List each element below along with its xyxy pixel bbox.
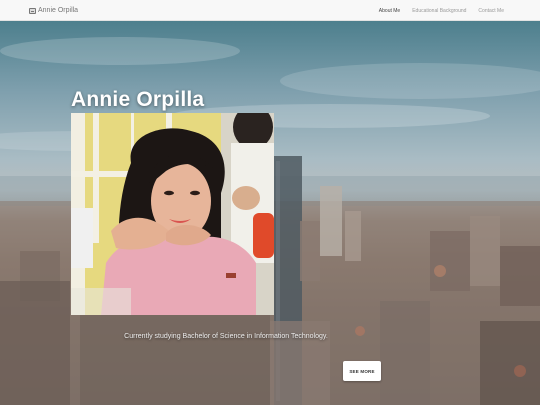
brand-label: Annie Orpilla [38,7,79,14]
navbar: Annie Orpilla About Me Educational Backg… [0,0,540,21]
nav-link-educational-background[interactable]: Educational Background [412,8,466,14]
hero-section: Annie Orpilla Currently studying Bachelo… [0,21,540,405]
picture-icon [29,7,36,14]
brand-link[interactable]: Annie Orpilla [29,0,78,21]
nav-links: About Me Educational Background Contact … [367,0,504,21]
see-more-button[interactable]: SEE MORE [343,361,381,381]
hero-title: Annie Orpilla [71,88,205,111]
hero-tagline: Currently studying Bachelor of Science i… [124,333,328,340]
nav-link-contact-me[interactable]: Contact Me [478,8,504,14]
profile-photo [71,113,274,315]
nav-link-about-me[interactable]: About Me [379,8,400,14]
